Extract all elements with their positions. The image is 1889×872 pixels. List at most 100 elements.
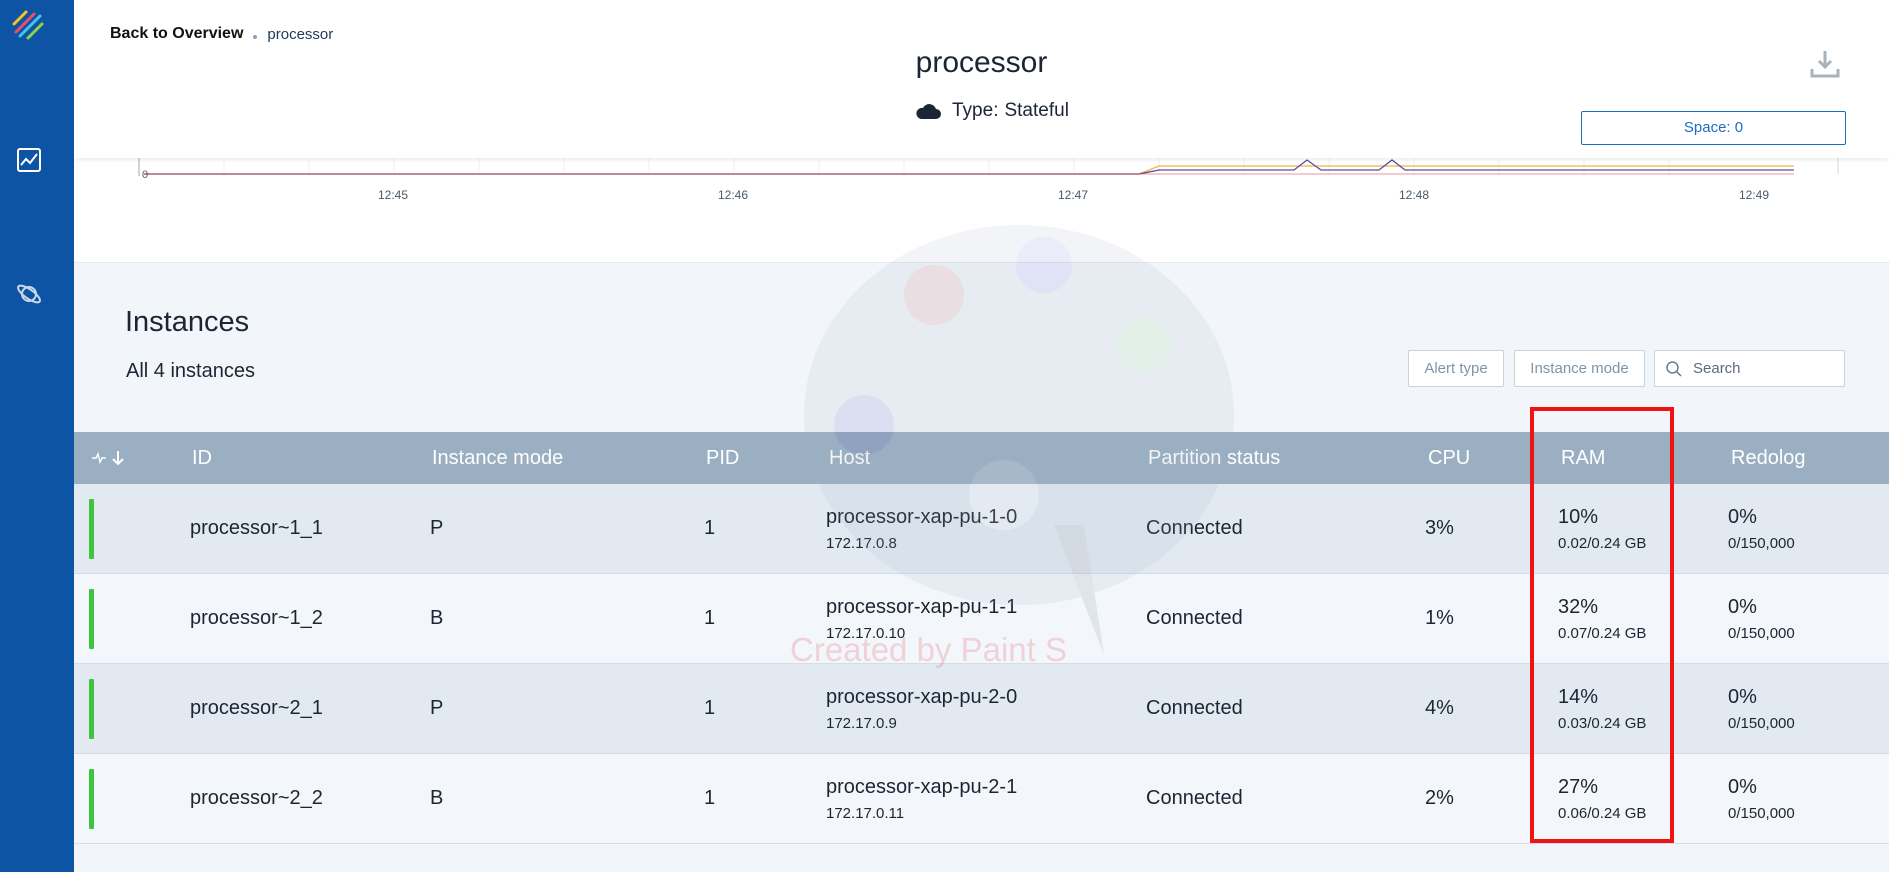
type-value: Stateful (1004, 100, 1069, 121)
row-divider (74, 843, 1889, 844)
column-header-host[interactable]: Host (829, 432, 870, 484)
column-header-cpu[interactable]: CPU (1428, 432, 1470, 484)
host-name: processor-xap-pu-1-1 (826, 596, 1018, 618)
redolog-usage: 0% 0/150,000 (1728, 686, 1795, 732)
status-indicator (89, 499, 94, 559)
instance-pid: 1 (704, 697, 716, 719)
ram-percent: 14% (1558, 686, 1599, 708)
cpu-usage: 1% (1425, 607, 1454, 629)
main-content: 0 12:45 12:46 12:47 12:48 12:49 Back to … (74, 0, 1889, 872)
download-icon[interactable] (1809, 48, 1841, 80)
instance-id: processor~2_2 (190, 787, 323, 809)
instance-id: processor~2_1 (190, 697, 323, 719)
redolog-percent: 0% (1728, 686, 1757, 708)
cloud-icon (916, 104, 941, 119)
instance-host: processor-xap-pu-1-0 172.17.0.8 (826, 506, 1017, 552)
metrics-chart: 0 12:45 12:46 12:47 12:48 12:49 (74, 150, 1889, 263)
redolog-detail: 0/150,000 (1728, 535, 1795, 552)
instance-mode: B (430, 607, 444, 629)
host-ip: 172.17.0.8 (826, 535, 897, 552)
ram-detail: 0.02/0.24 GB (1558, 535, 1647, 552)
redolog-usage: 0% 0/150,000 (1728, 776, 1795, 822)
ram-usage: 32% 0.07/0.24 GB (1558, 596, 1646, 642)
page-title: processor (915, 46, 1048, 79)
sort-icon[interactable] (91, 449, 127, 467)
host-name: processor-xap-pu-2-0 (826, 686, 1018, 708)
redolog-detail: 0/150,000 (1728, 625, 1795, 642)
partition-status: Connected (1146, 697, 1243, 719)
search-icon (1666, 361, 1682, 377)
series-line-purple (144, 159, 1794, 175)
service-type: Type: Stateful (914, 100, 1069, 122)
brand-logo[interactable] (12, 10, 44, 42)
alert-type-filter[interactable]: Alert type (1408, 350, 1504, 387)
column-header-ram[interactable]: RAM (1561, 432, 1605, 484)
instance-mode: P (430, 697, 444, 719)
type-label: Type: (952, 100, 999, 121)
ram-percent: 27% (1558, 776, 1599, 798)
column-header-redolog[interactable]: Redolog (1731, 432, 1806, 484)
chart-icon[interactable] (15, 146, 43, 174)
host-name: processor-xap-pu-1-0 (826, 506, 1018, 528)
instance-host: processor-xap-pu-1-1 172.17.0.10 (826, 596, 1017, 642)
search-box (1654, 350, 1845, 387)
redolog-usage: 0% 0/150,000 (1728, 596, 1795, 642)
instance-id: processor~1_2 (190, 607, 323, 629)
instance-id: processor~1_1 (190, 517, 323, 539)
instance-mode: B (430, 787, 444, 809)
instance-host: processor-xap-pu-2-1 172.17.0.11 (826, 776, 1017, 822)
table-header: ID Instance mode PID Host Partition stat… (74, 432, 1889, 484)
redolog-percent: 0% (1728, 506, 1757, 528)
host-ip: 172.17.0.10 (826, 625, 906, 642)
ram-usage: 10% 0.02/0.24 GB (1558, 506, 1646, 552)
page-header: Back to Overview processor processor Typ… (74, 0, 1889, 158)
ram-percent: 10% (1558, 506, 1599, 528)
instances-table: ID Instance mode PID Host Partition stat… (74, 432, 1889, 844)
column-header-instance-mode[interactable]: Instance mode (432, 432, 563, 484)
metrics-chart-svg: 0 12:45 12:46 12:47 12:48 12:49 (138, 150, 1839, 202)
partition-status: Connected (1146, 517, 1243, 539)
breadcrumb-current: processor (267, 25, 334, 43)
sidebar (0, 0, 74, 872)
partition-status: Connected (1146, 787, 1243, 809)
instance-mode-filter[interactable]: Instance mode (1514, 350, 1645, 387)
host-ip: 172.17.0.11 (826, 805, 905, 822)
table-row[interactable]: processor~1_1 P 1 processor-xap-pu-1-0 1… (74, 484, 1889, 574)
instance-pid: 1 (704, 517, 716, 539)
instances-count: All 4 instances (126, 360, 255, 382)
column-header-partition-status[interactable]: Partition status (1148, 432, 1280, 484)
table-row[interactable]: processor~2_1 P 1 processor-xap-pu-2-0 1… (74, 664, 1889, 754)
status-indicator (89, 679, 94, 739)
status-indicator (89, 769, 94, 829)
column-header-pid[interactable]: PID (706, 432, 739, 484)
cpu-usage: 3% (1425, 517, 1454, 539)
x-tick-label: 12:45 (378, 188, 408, 202)
back-to-overview-link[interactable]: Back to Overview (110, 25, 243, 43)
breadcrumb: Back to Overview processor (110, 25, 333, 43)
ram-usage: 14% 0.03/0.24 GB (1558, 686, 1646, 732)
space-button[interactable]: Space: 0 (1581, 111, 1846, 145)
breadcrumb-separator (253, 35, 258, 39)
ram-percent: 32% (1558, 596, 1599, 618)
instance-pid: 1 (704, 787, 716, 809)
host-ip: 172.17.0.9 (826, 715, 897, 732)
table-row[interactable]: processor~1_2 B 1 processor-xap-pu-1-1 1… (74, 574, 1889, 664)
ram-detail: 0.03/0.24 GB (1558, 715, 1647, 732)
partition-status: Connected (1146, 607, 1243, 629)
status-indicator (89, 589, 94, 649)
ram-usage: 27% 0.06/0.24 GB (1558, 776, 1646, 822)
host-name: processor-xap-pu-2-1 (826, 776, 1018, 798)
column-header-id[interactable]: ID (192, 432, 212, 484)
redolog-usage: 0% 0/150,000 (1728, 506, 1795, 552)
planet-icon[interactable] (15, 280, 43, 308)
search-input[interactable] (1693, 351, 1838, 386)
y-tick-label: 0 (142, 169, 148, 181)
x-tick-label: 12:49 (1739, 188, 1769, 202)
cpu-usage: 4% (1425, 697, 1454, 719)
table-row[interactable]: processor~2_2 B 1 processor-xap-pu-2-1 1… (74, 754, 1889, 844)
redolog-detail: 0/150,000 (1728, 715, 1795, 732)
redolog-percent: 0% (1728, 776, 1757, 798)
ram-detail: 0.07/0.24 GB (1558, 625, 1647, 642)
ram-detail: 0.06/0.24 GB (1558, 805, 1647, 822)
instance-pid: 1 (704, 607, 716, 629)
